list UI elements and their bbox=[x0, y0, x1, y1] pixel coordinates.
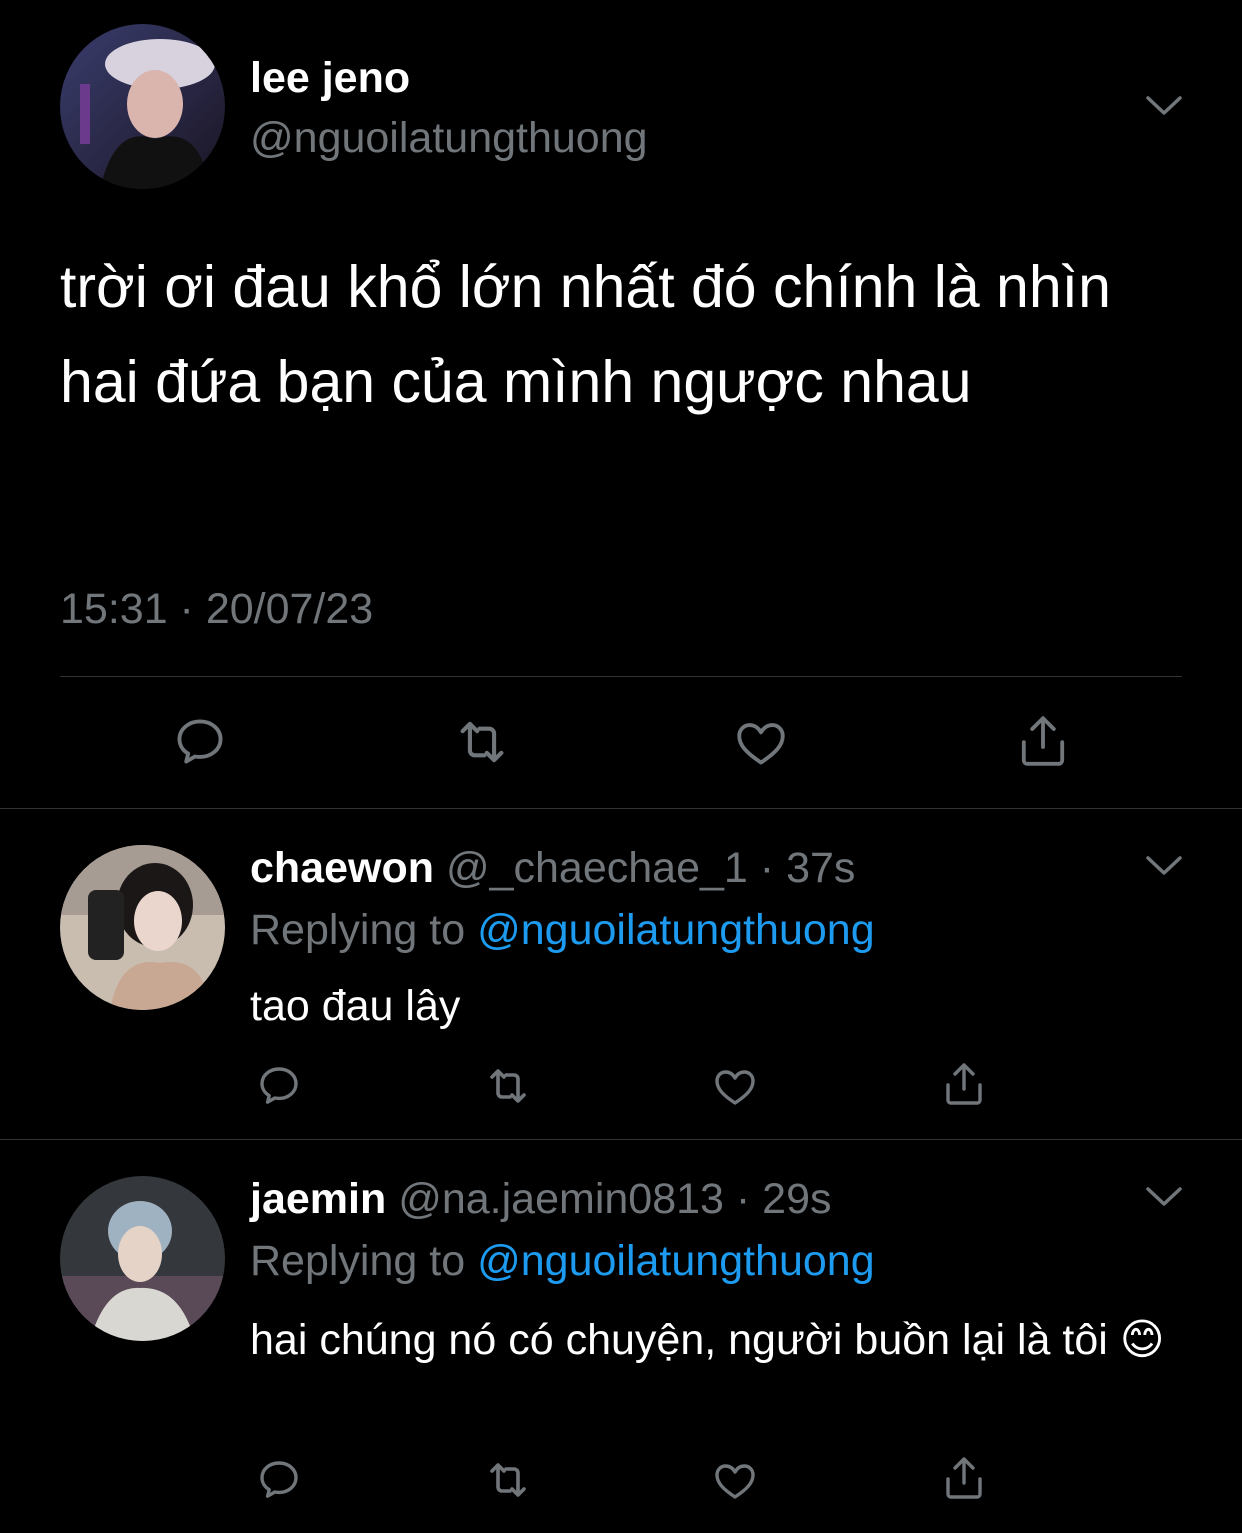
tweet-timestamp[interactable]: 15:31 · 20/07/23 bbox=[60, 583, 373, 635]
author-display-name[interactable]: lee jeno bbox=[250, 52, 410, 104]
reply-display-name[interactable]: jaemin bbox=[250, 1175, 386, 1223]
avatar-lee-jeno[interactable] bbox=[60, 24, 225, 189]
avatar-chaewon[interactable] bbox=[60, 845, 225, 1010]
retweet-icon[interactable] bbox=[450, 713, 514, 771]
replying-to-line: Replying to @nguoilatungthuong bbox=[250, 904, 875, 956]
retweet-icon[interactable] bbox=[481, 1062, 535, 1110]
reply-display-name[interactable]: chaewon bbox=[250, 844, 434, 892]
chevron-down-icon[interactable] bbox=[1144, 1183, 1184, 1211]
reply-icon[interactable] bbox=[255, 1456, 303, 1504]
like-icon[interactable] bbox=[711, 1456, 759, 1504]
like-icon[interactable] bbox=[732, 713, 790, 771]
replying-to-line: Replying to @nguoilatungthuong bbox=[250, 1235, 875, 1287]
replying-to-mention[interactable]: @nguoilatungthuong bbox=[477, 1237, 875, 1285]
divider bbox=[0, 808, 1242, 809]
reply-time[interactable]: 37s bbox=[786, 844, 855, 892]
reply-handle[interactable]: @_chaechae_1 bbox=[446, 844, 748, 892]
retweet-icon[interactable] bbox=[481, 1456, 535, 1504]
reply-handle[interactable]: @na.jaemin0813 bbox=[398, 1175, 724, 1223]
reply-header: jaemin @na.jaemin0813 · 29s bbox=[250, 1173, 832, 1225]
reply-text: tao đau lây bbox=[250, 982, 461, 1030]
chevron-down-icon[interactable] bbox=[1144, 92, 1184, 120]
reply-time[interactable]: 29s bbox=[762, 1175, 831, 1223]
replying-to-mention[interactable]: @nguoilatungthuong bbox=[477, 906, 875, 954]
share-icon[interactable] bbox=[940, 1453, 988, 1503]
reply-icon[interactable] bbox=[255, 1062, 303, 1110]
reply-icon[interactable] bbox=[171, 713, 229, 771]
like-icon[interactable] bbox=[711, 1062, 759, 1110]
avatar-jaemin[interactable] bbox=[60, 1176, 225, 1341]
author-handle[interactable]: @nguoilatungthuong bbox=[250, 112, 648, 164]
reply-text: hai chúng nó có chuyện, người buồn lại l… bbox=[250, 1316, 1165, 1364]
share-icon[interactable] bbox=[940, 1059, 988, 1109]
divider bbox=[60, 676, 1182, 677]
divider bbox=[0, 1139, 1242, 1140]
tweet-text: trời ơi đau khổ lớn nhất đó chính là nhì… bbox=[60, 254, 1111, 415]
share-icon[interactable] bbox=[1014, 711, 1072, 771]
chevron-down-icon[interactable] bbox=[1144, 852, 1184, 880]
separator-dot: · bbox=[723, 1175, 763, 1223]
replying-to-label: Replying to bbox=[250, 1237, 466, 1285]
replying-to-label: Replying to bbox=[250, 906, 466, 954]
reply-header: chaewon @_chaechae_1 · 37s bbox=[250, 842, 855, 894]
separator-dot: · bbox=[747, 844, 787, 892]
